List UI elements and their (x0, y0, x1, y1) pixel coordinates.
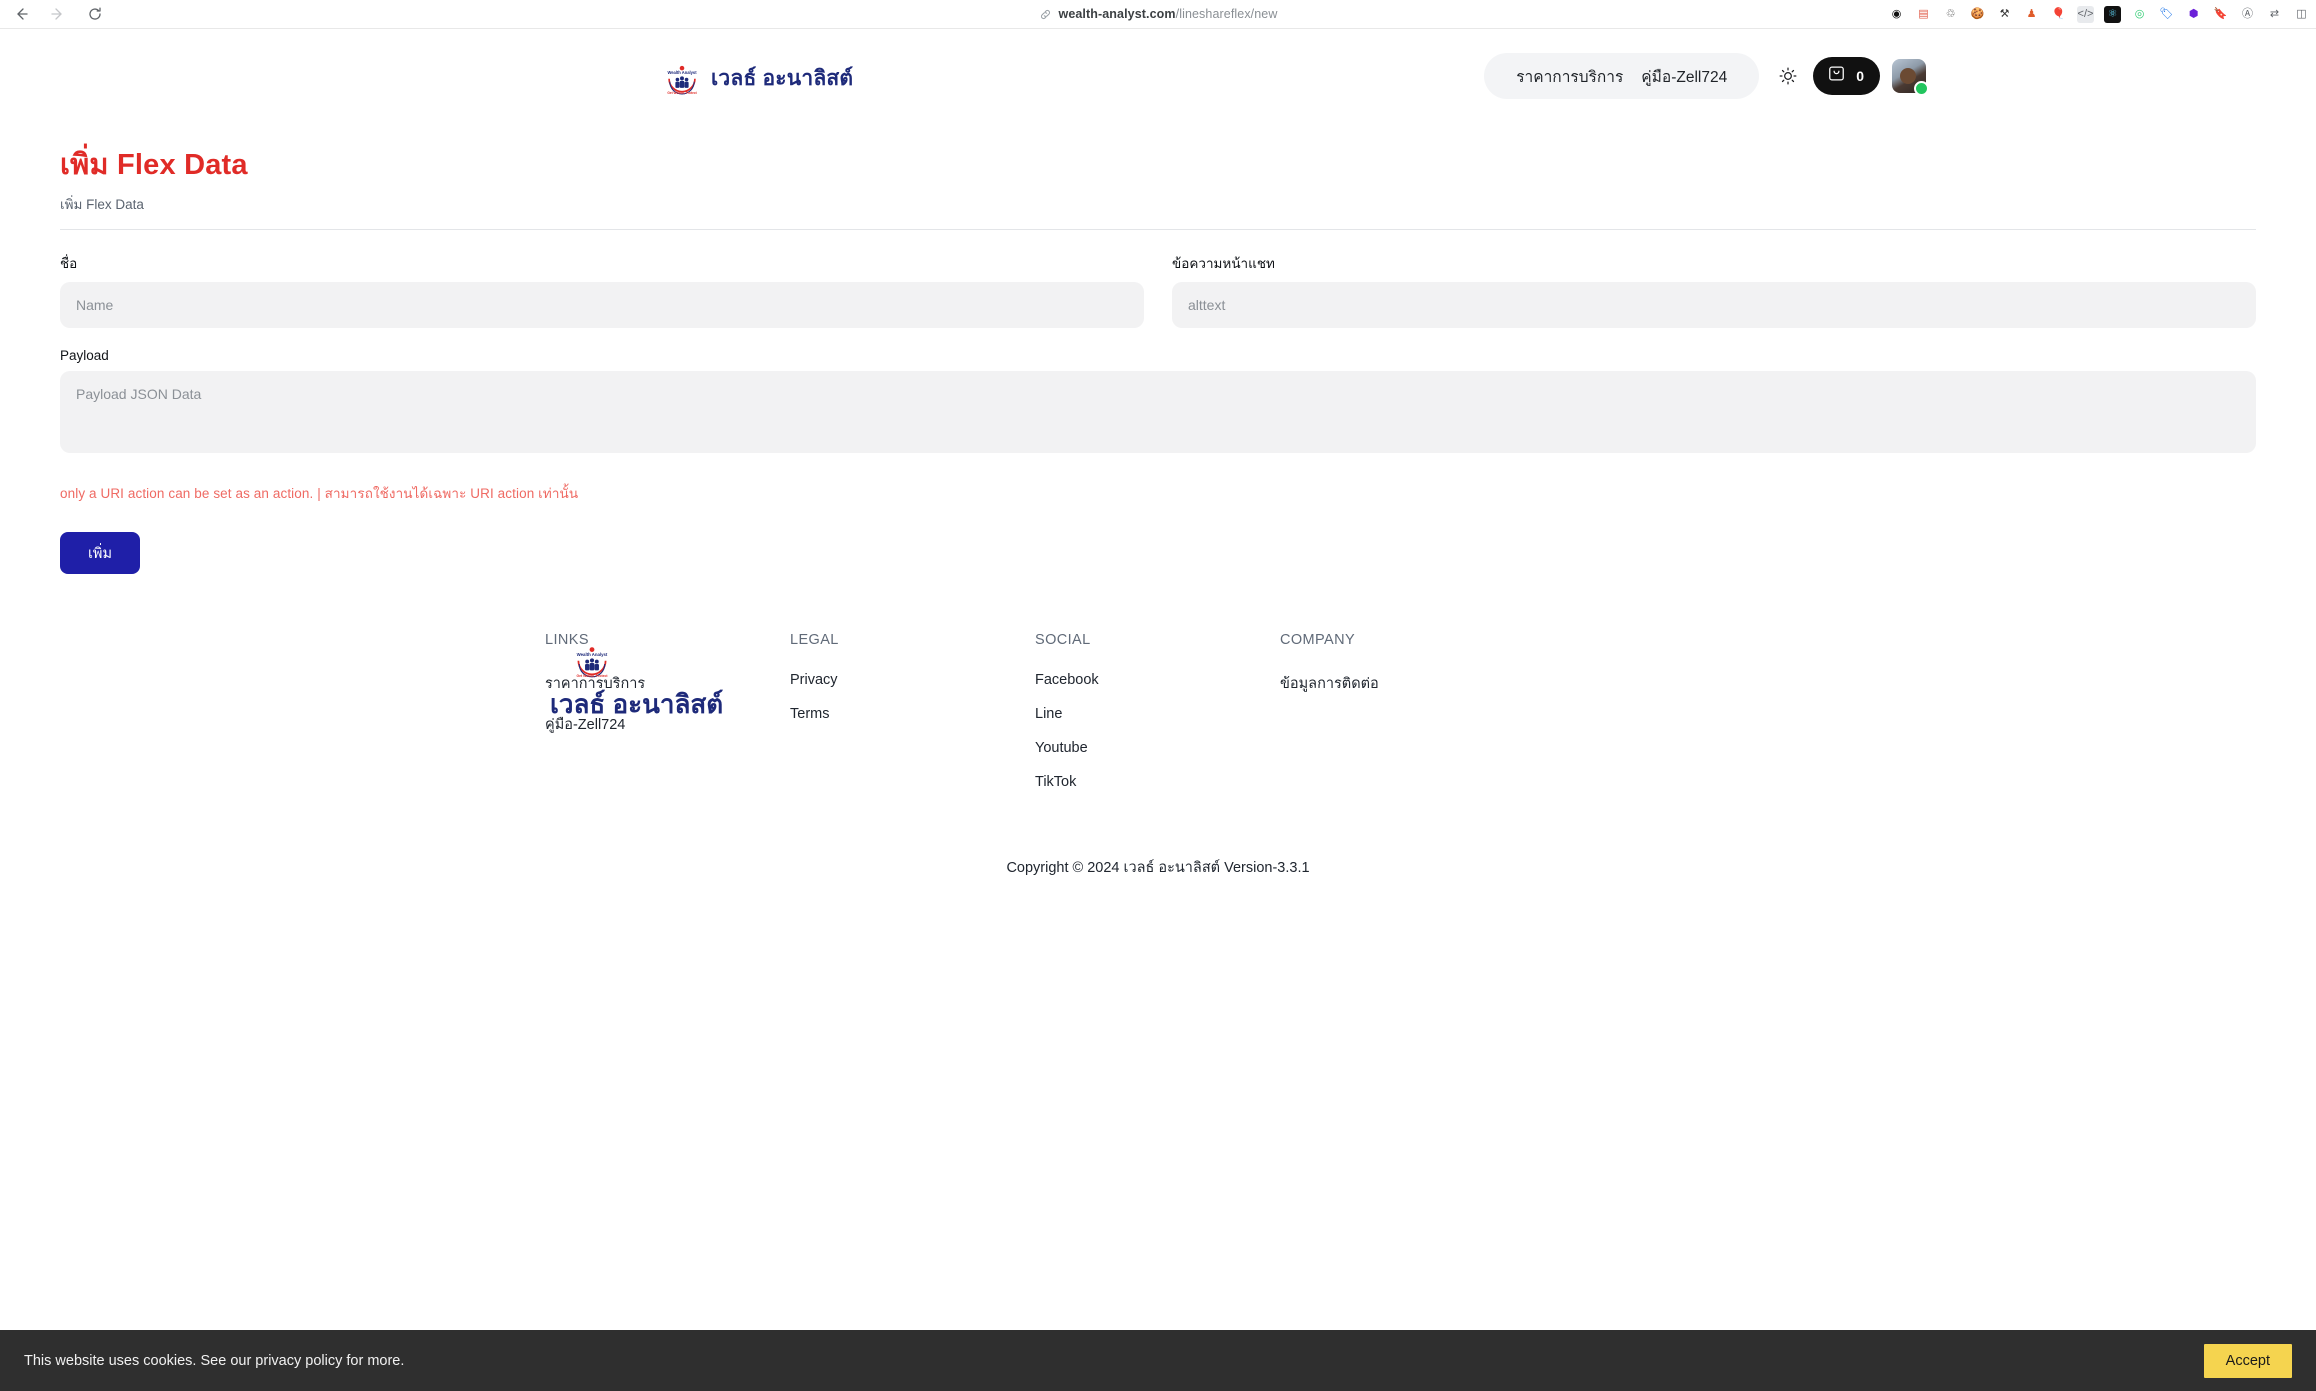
header-divider (60, 229, 2256, 230)
svg-text:Wealth Analyst: Wealth Analyst (667, 70, 697, 75)
payload-textarea[interactable] (60, 371, 2256, 453)
footer-column-title: LEGAL (790, 632, 839, 648)
settings-extension-icon[interactable]: ⇄ (2266, 5, 2283, 23)
footer-link-contact[interactable]: ข้อมูลการติดต่อ (1280, 672, 1379, 695)
header-right-controls: ราคาการบริการ คู่มือ-Zell724 0 (1484, 53, 1929, 99)
nav-pricing[interactable]: ราคาการบริการ (1516, 64, 1623, 89)
wealth-analyst-logo-icon: Wealth Analyst Get Wealth, Protect (572, 640, 612, 680)
footer-column-company: COMPANY ข้อมูลการติดต่อ (1280, 632, 1379, 808)
cart-count: 0 (1856, 68, 1864, 84)
svg-text:Get Wealth, Protect: Get Wealth, Protect (667, 91, 697, 95)
user-cluster: 0 (1775, 57, 1929, 96)
code-extension-icon[interactable]: </> (2077, 5, 2094, 23)
tag-extension-icon[interactable]: 🏷 (2158, 5, 2175, 23)
balloons-extension-icon[interactable]: 🎈 (2050, 5, 2067, 23)
notes-extension-icon[interactable]: ▤ (1915, 5, 1932, 23)
footer-link-tiktok[interactable]: TikTok (1035, 774, 1280, 790)
cart-button[interactable]: 0 (1813, 57, 1880, 95)
page-subtitle: เพิ่ม Flex Data (60, 197, 144, 212)
atom-extension-icon[interactable]: ◎ (2131, 5, 2148, 23)
page-header: เพิ่ม Flex Data เพิ่ม Flex Data (60, 119, 2256, 215)
split-view-icon[interactable]: ◫ (2293, 5, 2310, 23)
site-logo[interactable]: Wealth Analyst Get Wealth, Protect เวลธ์… (663, 59, 853, 97)
cookie-accept-button[interactable]: Accept (2203, 1343, 2292, 1378)
wrench-extension-icon[interactable]: ⚒ (1996, 5, 2013, 23)
cookie-message: This website uses cookies. See our priva… (24, 1352, 405, 1369)
cookie-extension-icon[interactable]: 🍪 (1969, 5, 1986, 23)
site-header: Wealth Analyst Get Wealth, Protect เวลธ์… (0, 29, 2316, 119)
field-payload: Payload (60, 348, 2256, 458)
footer-logo[interactable]: Wealth Analyst Get Wealth, Protect เวลธ์… (550, 640, 723, 725)
colorpicker-extension-icon[interactable]: ◉ (1888, 5, 1905, 23)
footer-column-social: SOCIAL Facebook Line Youtube TikTok (1035, 632, 1280, 808)
footer-column-title: COMPANY (1280, 632, 1356, 648)
page-title: เพิ่ม Flex Data (60, 149, 248, 181)
bookmark-extension-icon[interactable]: 🔖 (2212, 5, 2229, 23)
svg-text:Get Wealth, Protect: Get Wealth, Protect (577, 674, 609, 678)
alttext-label: ข้อความหน้าแชท (1172, 256, 1275, 271)
footer-link-terms[interactable]: Terms (790, 706, 1035, 722)
alttext-input[interactable] (1172, 282, 2256, 328)
brand-name: เวลธ์ อะนาลิสต์ (711, 66, 854, 90)
footer-columns: Wealth Analyst Get Wealth, Protect เวลธ์… (60, 632, 2256, 808)
avatar[interactable] (1892, 59, 1929, 96)
site-footer: Wealth Analyst Get Wealth, Protect เวลธ์… (0, 632, 2316, 879)
footer-column-title: SOCIAL (1035, 632, 1091, 648)
footer-link-privacy[interactable]: Privacy (790, 672, 1035, 688)
browser-extensions: ◉ ▤ ♲ 🍪 ⚒ ♟ 🎈 </> ⚛ ◎ 🏷 ⬢ 🔖 Ⓐ ⇄ ◫ (1888, 5, 2310, 23)
footer-link-facebook[interactable]: Facebook (1035, 672, 1280, 688)
cookie-consent-bar: This website uses cookies. See our priva… (0, 1330, 2316, 1391)
field-alttext: ข้อความหน้าแชท (1172, 252, 2256, 328)
forward-arrow-icon[interactable] (49, 5, 67, 23)
translate-extension-icon[interactable]: Ⓐ (2239, 5, 2256, 23)
footer-column-legal: LEGAL Privacy Terms (790, 632, 1035, 808)
submit-button[interactable]: เพิ่ม (60, 532, 140, 574)
browser-nav-buttons (0, 5, 104, 23)
reload-icon[interactable] (86, 5, 104, 23)
field-name: ชื่อ (60, 252, 1144, 328)
payload-label: Payload (60, 348, 109, 363)
svg-text:Wealth Analyst: Wealth Analyst (577, 652, 608, 657)
online-status-badge (1914, 81, 1929, 96)
url-path: /lineshareflex/new (1175, 7, 1278, 21)
hexagon-extension-icon[interactable]: ⬢ (2185, 5, 2202, 23)
url-text: wealth-analyst.com/lineshareflex/new (1059, 7, 1278, 21)
footer-link-line[interactable]: Line (1035, 706, 1280, 722)
back-arrow-icon[interactable] (12, 5, 30, 23)
error-message: only a URI action can be set as an actio… (60, 486, 579, 501)
browser-toolbar: wealth-analyst.com/lineshareflex/new ◉ ▤ ♲… (0, 0, 2316, 29)
footer-brand-name: เวลธ์ อะนาลิสต์ (550, 689, 724, 719)
inbox-icon (1827, 64, 1846, 88)
form-row-top: ชื่อ ข้อความหน้าแชท (60, 252, 2256, 328)
recycle-extension-icon[interactable]: ♲ (1942, 5, 1959, 23)
name-label: ชื่อ (60, 256, 78, 271)
wealth-analyst-logo-icon: Wealth Analyst Get Wealth, Protect (663, 59, 701, 97)
main-content: เพิ่ม Flex Data เพิ่ม Flex Data ชื่อ ข้อ… (0, 119, 2316, 574)
name-input[interactable] (60, 282, 1144, 328)
nav-manual-zell724[interactable]: คู่มือ-Zell724 (1641, 64, 1727, 89)
chess-pawn-extension-icon[interactable]: ♟ (2023, 5, 2040, 23)
react-extension-icon[interactable]: ⚛ (2104, 5, 2121, 23)
sun-icon[interactable] (1775, 63, 1801, 89)
url-domain: wealth-analyst.com (1058, 7, 1176, 21)
footer-link-youtube[interactable]: Youtube (1035, 740, 1280, 756)
link-icon (1039, 8, 1052, 21)
copyright-text: Copyright © 2024 เวลธ์ อะนาลิสต์ Version… (1006, 860, 1310, 876)
main-nav: ราคาการบริการ คู่มือ-Zell724 (1484, 53, 1760, 99)
